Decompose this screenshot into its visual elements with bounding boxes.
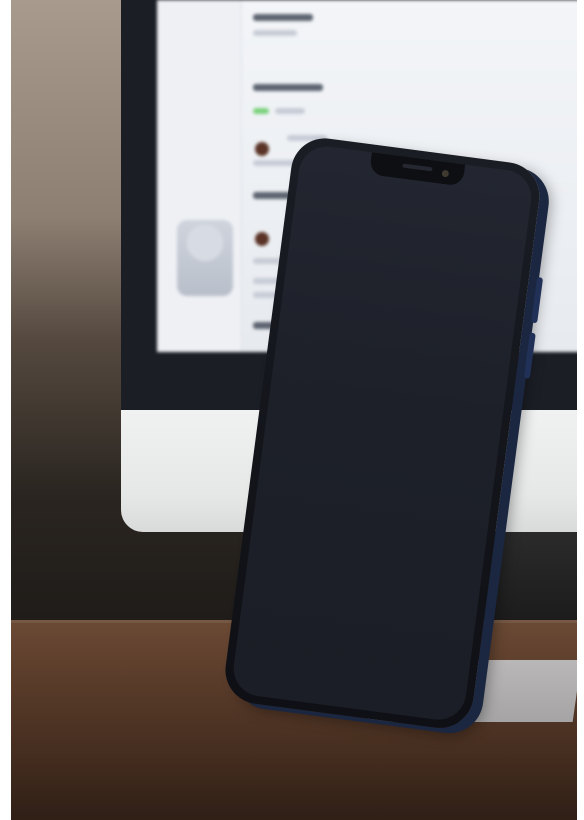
phone-notch <box>369 152 466 187</box>
phone-volume-up-button <box>531 276 544 324</box>
photo <box>11 0 577 820</box>
phone-speaker-icon <box>402 163 433 172</box>
blurred-avatar <box>255 142 269 156</box>
phone-volume-down-button <box>523 332 536 379</box>
blurred-text-line <box>253 30 297 36</box>
blurred-illustration <box>177 220 233 296</box>
blurred-avatar <box>255 232 269 246</box>
phone-camera-icon <box>441 169 450 178</box>
blurred-text-line <box>253 14 313 21</box>
blurred-text-line <box>275 108 305 114</box>
blurred-status-badge <box>253 108 269 114</box>
blurred-heading <box>253 84 323 91</box>
monitor-screen-sidebar <box>157 0 242 352</box>
